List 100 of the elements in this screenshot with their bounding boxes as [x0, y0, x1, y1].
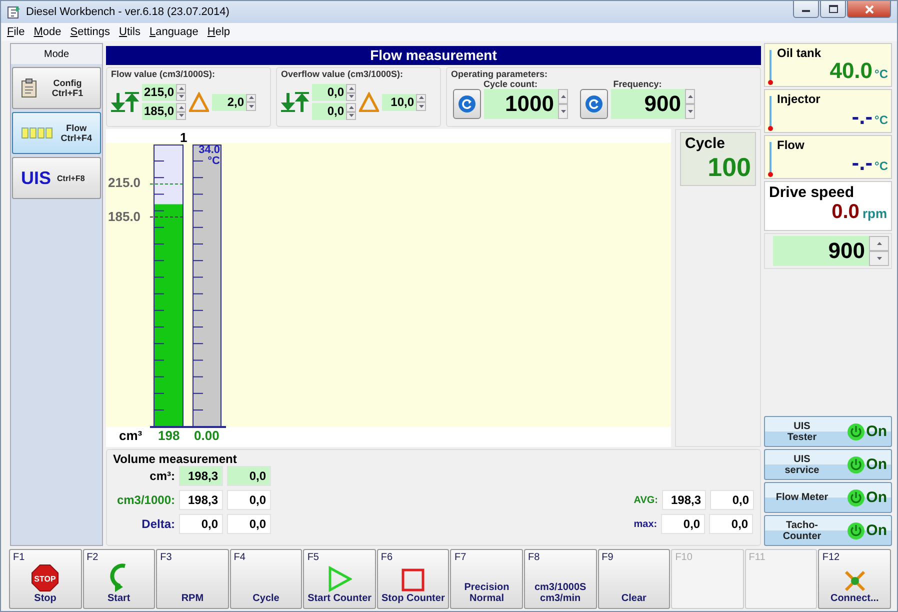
stat-label: max: [634, 518, 658, 530]
close-button[interactable] [847, 1, 891, 18]
field-label: Frequency: [613, 79, 662, 89]
mode-button[interactable]: Flow Ctrl+F4 [12, 112, 101, 154]
function-key-button[interactable]: F2 Start [82, 549, 156, 609]
temperature-reading: 0.00 [194, 428, 220, 443]
number-field[interactable]: 2,0 [212, 94, 246, 110]
toggle-button[interactable]: Flow Meter On [764, 482, 892, 513]
down-icon [348, 114, 354, 118]
column-number: 1 [180, 130, 188, 145]
lower-limit-line [150, 216, 184, 218]
refresh-button[interactable] [453, 89, 481, 119]
number-field[interactable]: 215,0 [142, 84, 176, 101]
unit-label: °C [874, 159, 888, 173]
menu-item[interactable]: Utils [119, 26, 140, 38]
sensor-name: Flow [777, 138, 806, 152]
function-key-button[interactable]: F6 Stop Counter [376, 549, 450, 609]
app-icon [7, 5, 21, 19]
section-header: Flow measurement [106, 46, 761, 65]
sensor-value: 40.0 [830, 60, 873, 82]
stop-square-icon [401, 568, 426, 592]
value-cell: 0,0 [179, 514, 223, 534]
group-label: Overflow value (cm3/1000S): [281, 69, 404, 79]
up-icon [688, 95, 692, 98]
value-cell: 198,3 [179, 490, 223, 510]
down-icon [178, 95, 184, 98]
toggle-button[interactable]: UIS service On [764, 449, 892, 480]
number-field[interactable]: 0,0 [312, 103, 346, 120]
function-key-button[interactable]: F8 cm3/1000S cm3/min [524, 549, 597, 609]
toggle-button[interactable]: Tacho- Counter On [764, 515, 892, 546]
up-icon [178, 106, 184, 109]
sensor-name: Oil tank [777, 46, 822, 60]
spin-up-button[interactable] [558, 89, 568, 104]
thermometer-icon [768, 96, 774, 132]
spin-down-button[interactable] [416, 102, 426, 110]
function-key-button[interactable]: F3 RPM [156, 549, 229, 609]
spin-up-button[interactable] [346, 84, 356, 92]
spin-up-button[interactable] [176, 103, 186, 112]
up-icon [348, 86, 354, 90]
spin-up-button[interactable] [176, 84, 186, 92]
number-field[interactable]: 185,0 [142, 103, 176, 120]
delta-icon [359, 92, 379, 112]
thermometer-icon [768, 50, 774, 86]
mode-button[interactable]: Config Ctrl+F1 [12, 67, 101, 109]
group-label: Volume measurement [113, 452, 238, 466]
up-icon [248, 96, 254, 100]
function-key-button[interactable]: F4 Cycle [230, 549, 302, 609]
number-field[interactable]: 10,0 [382, 94, 416, 110]
close-icon [864, 4, 874, 14]
limit-arrows-icon [281, 92, 309, 112]
number-field[interactable]: 0,0 [312, 84, 346, 101]
spin-up-button[interactable] [685, 89, 695, 104]
row-label: cm³: [148, 469, 175, 483]
row-label: Delta: [140, 517, 175, 531]
spin-down-button[interactable] [685, 104, 695, 119]
delta-icon [189, 92, 210, 112]
function-key-button[interactable]: F12 Connect... [818, 549, 891, 609]
menu-item[interactable]: Help [207, 26, 230, 38]
spin-down-button[interactable] [869, 251, 889, 266]
refresh-icon [585, 95, 603, 113]
down-icon [248, 104, 254, 108]
menu-item[interactable]: File [7, 26, 25, 38]
function-key-button[interactable]: F5 Start Counter [303, 549, 376, 609]
spin-up-button[interactable] [416, 94, 426, 102]
temperature-label: 34.0 °C [198, 145, 220, 167]
spin-up-button[interactable] [246, 94, 256, 102]
menu-item[interactable]: Language [149, 26, 198, 38]
function-key-button[interactable]: F1 STOP Stop [9, 549, 82, 609]
function-key-button[interactable]: F7 Precision Normal [450, 549, 524, 609]
down-icon [876, 257, 882, 260]
maximize-button[interactable] [820, 1, 846, 18]
field-label: Cycle count: [483, 79, 538, 89]
number-field[interactable]: 900 [611, 89, 685, 119]
minimize-button[interactable] [793, 1, 819, 18]
group-label: Operating parameters: [451, 69, 549, 79]
down-icon [418, 104, 424, 108]
unit-label: rpm [862, 206, 887, 221]
toggle-button[interactable]: UIS Tester On [764, 416, 892, 447]
menu-item[interactable]: Mode [34, 26, 62, 38]
number-field[interactable]: 1000 [484, 89, 558, 119]
spin-up-button[interactable] [869, 236, 889, 251]
thermometer-icon [768, 142, 774, 178]
number-field[interactable]: 900 [773, 236, 869, 266]
cycle-counter: Cycle 100 [680, 132, 756, 186]
menu-item[interactable]: Settings [70, 26, 110, 38]
value-cell: 0,0 [710, 490, 754, 510]
function-key-button[interactable]: F9 Clear [598, 549, 670, 609]
up-icon [418, 96, 424, 100]
spin-down-button[interactable] [246, 102, 256, 110]
group-label: Flow value (cm3/1000S): [111, 69, 216, 79]
stop-sign-icon: STOP [31, 564, 60, 592]
spin-down-button[interactable] [558, 104, 568, 119]
mode-header: Mode [11, 44, 102, 64]
clipboard-icon [21, 78, 37, 98]
value-cell: 198,3 [179, 466, 223, 486]
refresh-button[interactable] [580, 89, 608, 119]
unit-label: °C [874, 67, 888, 81]
mode-button[interactable]: UIS Ctrl+F8 [12, 157, 101, 199]
sensor-name: Injector [777, 92, 822, 106]
spin-up-button[interactable] [346, 103, 356, 112]
